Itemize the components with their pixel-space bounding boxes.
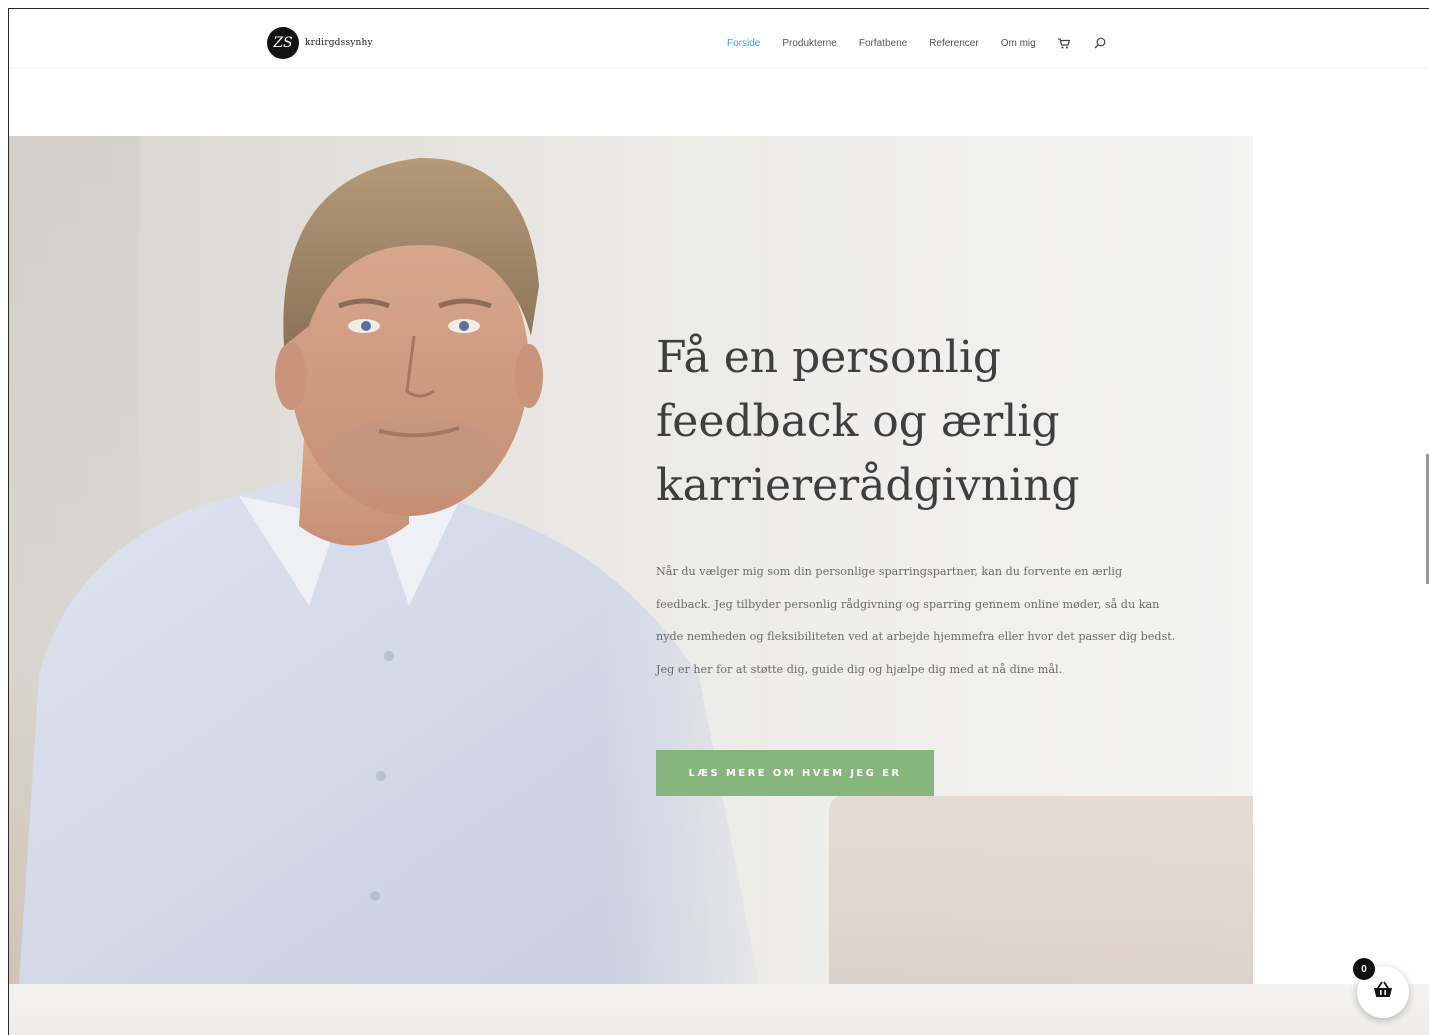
cart-count-badge: 0 <box>1353 958 1375 980</box>
logo-wordmark: krdirgdssynhy <box>305 38 373 48</box>
portrait-photo <box>9 136 769 984</box>
hero-content: Få en personlig feedback og ærlig karrie… <box>656 326 1176 687</box>
site-header: ZS krdirgdssynhy Forside Produkterne For… <box>9 9 1429 67</box>
nav-item-forside[interactable]: Forside <box>727 38 760 49</box>
main-nav: Forside Produkterne Forfatbene Reference… <box>727 37 1130 49</box>
floating-cart-button[interactable]: 0 <box>1353 958 1409 1018</box>
read-more-button[interactable]: LÆS MERE OM HVEM JEG ER <box>656 750 934 796</box>
basket-icon <box>1372 981 1394 1004</box>
site-logo[interactable]: ZS krdirgdssynhy <box>267 27 373 59</box>
nav-item-om-mig[interactable]: Om mig <box>1001 38 1036 49</box>
nav-item-produkterne[interactable]: Produkterne <box>782 38 836 49</box>
logo-mark: ZS <box>267 27 299 59</box>
hero-section: Få en personlig feedback og ærlig karrie… <box>9 136 1253 984</box>
browser-viewport: ZS krdirgdssynhy Forside Produkterne For… <box>8 8 1429 1035</box>
nav-item-forfatbene[interactable]: Forfatbene <box>859 38 907 49</box>
nav-item-referencer[interactable]: Referencer <box>929 38 978 49</box>
cart-icon[interactable] <box>1057 37 1070 49</box>
next-section-strip <box>9 984 1429 1035</box>
hero-body-text: Når du vælger mig som din personlige spa… <box>656 565 1176 677</box>
search-icon[interactable] <box>1094 37 1106 49</box>
laptop-shape <box>829 796 1253 984</box>
hero-title: Få en personlig feedback og ærlig karrie… <box>656 332 1080 511</box>
